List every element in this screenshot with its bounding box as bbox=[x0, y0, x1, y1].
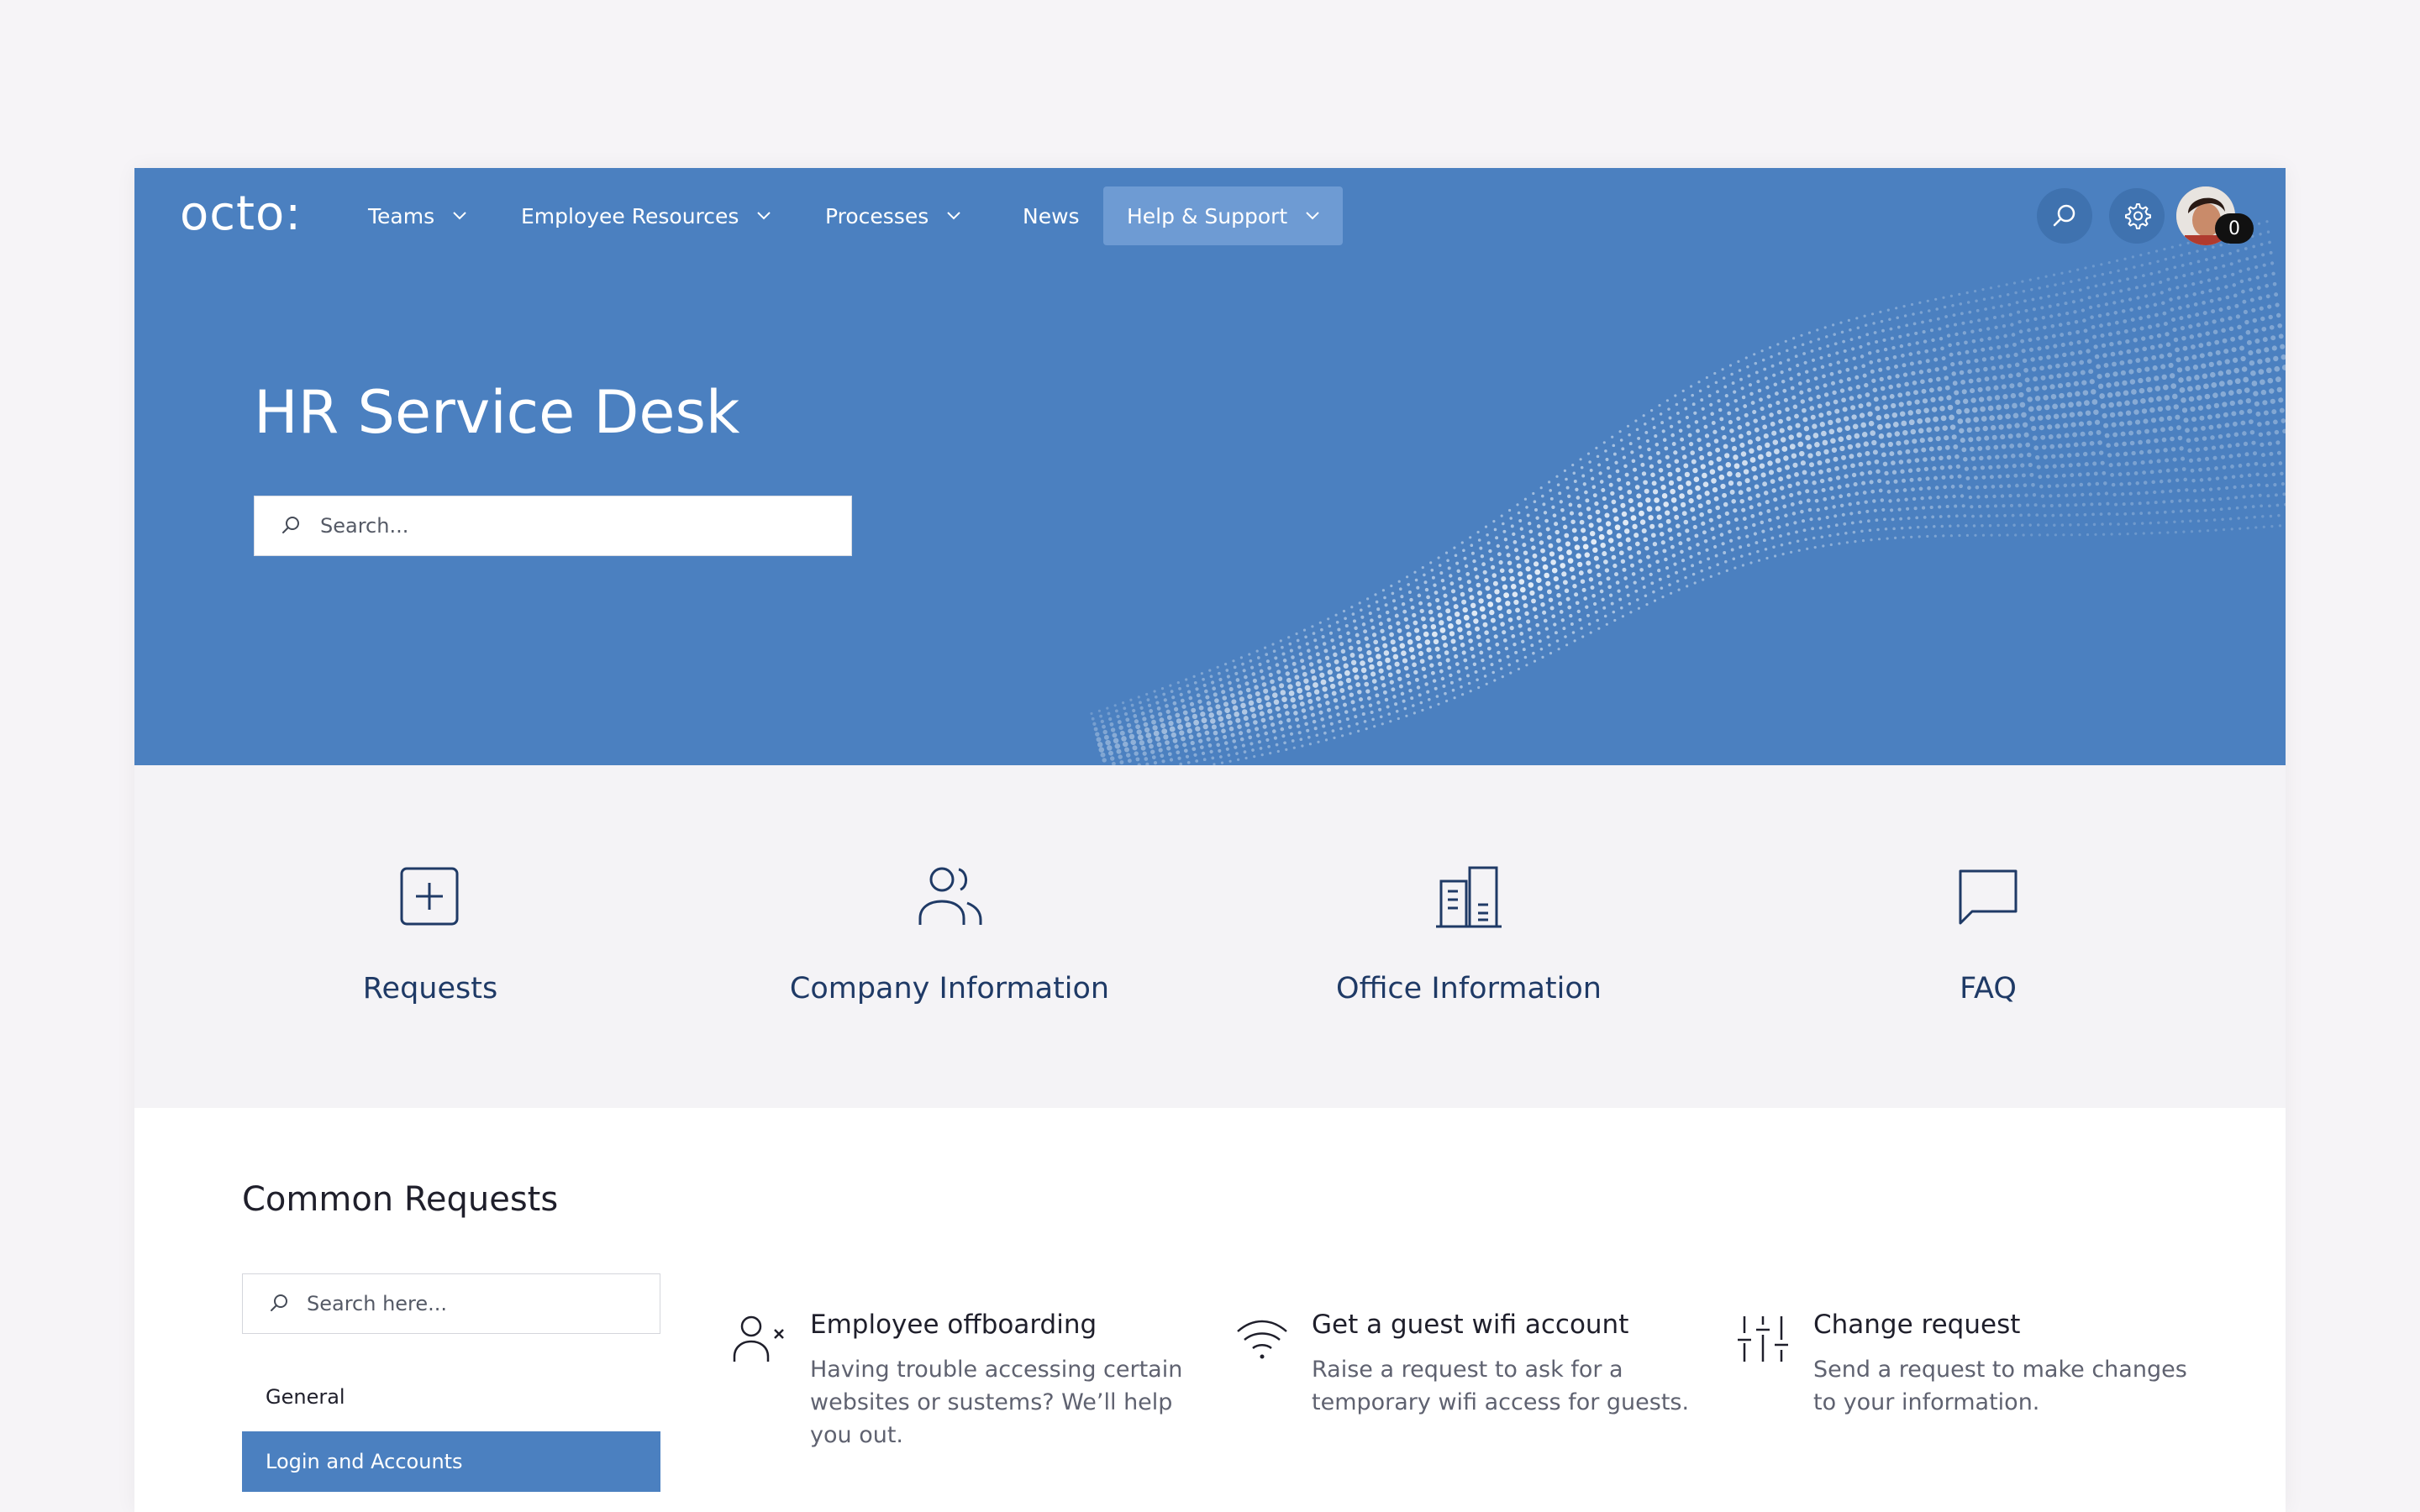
search-icon bbox=[282, 517, 299, 533]
top-navbar: octo: Teams Employee Resources Processes… bbox=[134, 168, 2286, 265]
nav-processes-label: Processes bbox=[825, 203, 929, 228]
category-office-information[interactable]: Office Information bbox=[1208, 765, 1729, 1108]
nav-teams[interactable]: Teams bbox=[345, 186, 490, 245]
sliders-icon bbox=[1738, 1316, 1788, 1362]
request-title: Change request bbox=[1813, 1310, 2021, 1340]
building-icon bbox=[1436, 866, 1502, 928]
page-title: HR Service Desk bbox=[254, 378, 740, 447]
nav-teams-label: Teams bbox=[368, 203, 435, 228]
common-search-box[interactable] bbox=[242, 1273, 660, 1334]
app-frame: octo: Teams Employee Resources Processes… bbox=[134, 168, 2286, 1512]
settings-button[interactable] bbox=[2109, 188, 2165, 244]
category-company-information[interactable]: Company Information bbox=[689, 765, 1210, 1108]
chevron-down-icon bbox=[947, 212, 960, 220]
category-label: Office Information bbox=[1336, 972, 1602, 1005]
octo-logo[interactable]: octo: bbox=[180, 186, 302, 241]
category-strip: Requests Company Information Office Info… bbox=[134, 765, 2286, 1108]
chevron-down-icon bbox=[453, 212, 466, 220]
chevron-down-icon bbox=[1306, 212, 1319, 220]
sidebar-item-login-and-accounts[interactable]: Login and Accounts bbox=[242, 1431, 660, 1492]
request-title: Employee offboarding bbox=[810, 1310, 1097, 1340]
nav-news[interactable]: News bbox=[999, 186, 1103, 245]
nav-processes[interactable]: Processes bbox=[802, 186, 984, 245]
nav-help-support[interactable]: Help & Support bbox=[1103, 186, 1344, 245]
category-label: FAQ bbox=[1960, 972, 2017, 1005]
request-description: Send a request to make changes to your i… bbox=[1813, 1357, 2187, 1415]
request-description: Raise a request to ask for a temporary w… bbox=[1312, 1357, 1690, 1415]
hero-search-input[interactable] bbox=[320, 514, 824, 538]
category-label: Company Information bbox=[789, 972, 1110, 1005]
category-faq[interactable]: FAQ bbox=[1728, 765, 2249, 1108]
hero-search-box[interactable] bbox=[254, 496, 852, 556]
nav-help-support-label: Help & Support bbox=[1127, 203, 1288, 228]
chat-bubble-icon bbox=[1959, 869, 2018, 925]
wifi-icon bbox=[1237, 1320, 1287, 1359]
category-requests[interactable]: Requests bbox=[170, 765, 691, 1108]
common-requests-section: Common Requests General Login and Accoun… bbox=[134, 1108, 2286, 1512]
plus-square-icon bbox=[400, 867, 459, 926]
users-icon bbox=[918, 867, 982, 925]
nav-employee-resources[interactable]: Employee Resources bbox=[497, 186, 794, 245]
hero-banner: octo: Teams Employee Resources Processes… bbox=[134, 168, 2286, 765]
request-title: Get a guest wifi account bbox=[1312, 1310, 1629, 1340]
common-search-input[interactable] bbox=[307, 1292, 660, 1315]
request-description: Having trouble accessing certain website… bbox=[810, 1357, 1183, 1448]
nav-employee-resources-label: Employee Resources bbox=[521, 203, 739, 228]
section-title: Common Requests bbox=[242, 1180, 559, 1219]
search-icon bbox=[271, 1294, 287, 1311]
sidebar-item-general[interactable]: General bbox=[242, 1367, 660, 1427]
gear-icon bbox=[2125, 203, 2151, 229]
user-remove-icon bbox=[733, 1315, 784, 1362]
search-icon bbox=[2053, 204, 2075, 227]
chevron-down-icon bbox=[757, 212, 771, 220]
category-label: Requests bbox=[362, 972, 498, 1005]
nav-news-label: News bbox=[1023, 203, 1080, 228]
notification-badge: 0 bbox=[2215, 213, 2254, 244]
search-button[interactable] bbox=[2037, 188, 2092, 244]
